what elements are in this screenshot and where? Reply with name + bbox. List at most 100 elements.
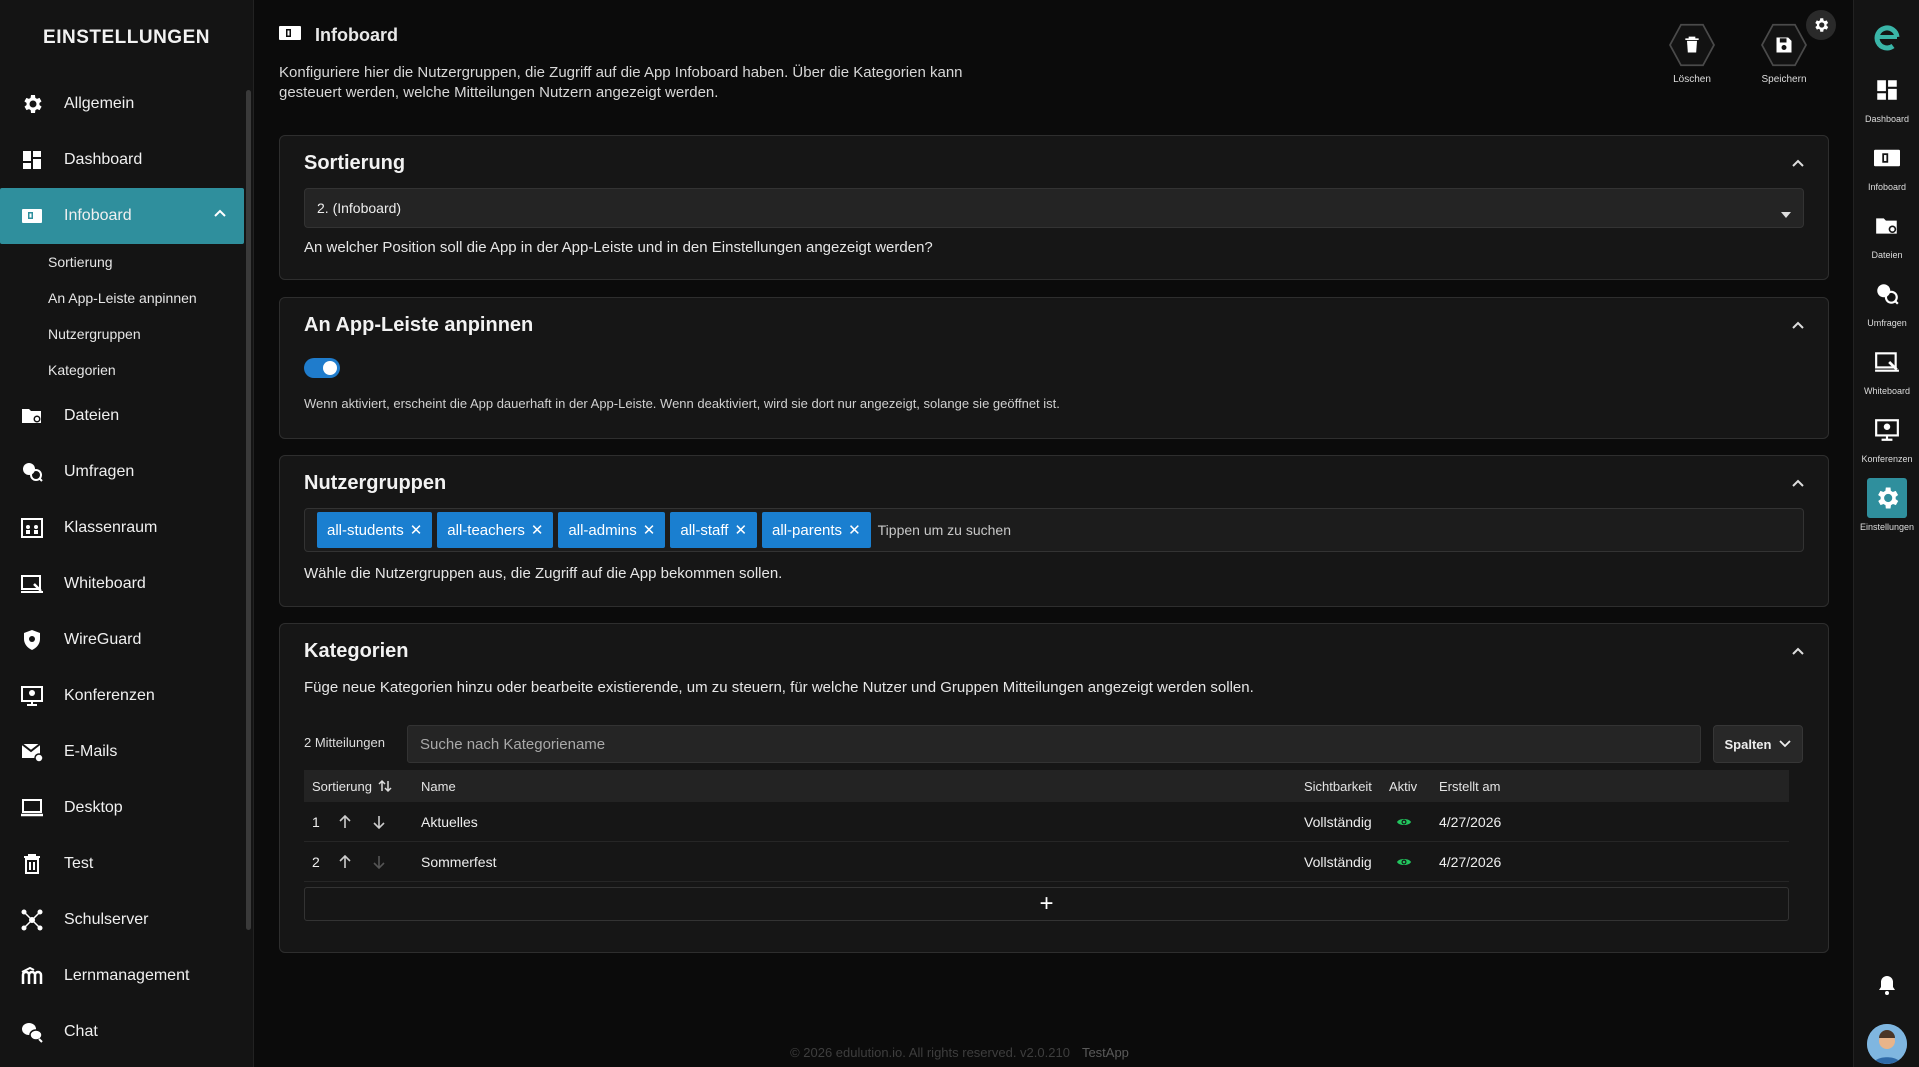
- row-name: Aktuelles: [421, 813, 478, 830]
- rail-item-umfragen[interactable]: Umfragen: [1854, 274, 1919, 328]
- groups-multiselect[interactable]: all-students ✕ all-teachers ✕ all-admins ✕ …: [304, 508, 1804, 552]
- rail-item-infoboard[interactable]: Infoboard: [1854, 138, 1919, 192]
- column-header-created[interactable]: Erstellt am: [1439, 770, 1500, 802]
- footer-app-name: TestApp: [1081, 1045, 1129, 1060]
- sort-position-select[interactable]: 2. (Infoboard): [304, 188, 1804, 228]
- rail-item-whiteboard[interactable]: Whiteboard: [1854, 342, 1919, 396]
- move-up-icon[interactable]: [338, 802, 352, 841]
- remove-tag-icon[interactable]: ✕: [643, 521, 656, 539]
- sidebar-item-label: Konferenzen: [64, 687, 155, 704]
- sidebar-item-klassenraum[interactable]: Klassenraum: [0, 500, 244, 556]
- column-header-sort[interactable]: Sortierung: [312, 770, 392, 802]
- category-search-input[interactable]: Suche nach Kategoriename: [407, 725, 1701, 763]
- row-visibility: Vollständig: [1304, 813, 1372, 830]
- sidebar-item-label: Infoboard: [64, 207, 132, 224]
- chevron-up-icon[interactable]: [1790, 156, 1806, 177]
- sidebar-item-schulserver[interactable]: Schulserver: [0, 892, 244, 948]
- move-up-icon[interactable]: [338, 842, 352, 881]
- groups-card-title: Nutzergruppen: [304, 472, 447, 494]
- sidebar-subitem-nutzergruppen[interactable]: Nutzergruppen: [0, 316, 253, 352]
- chevron-up-icon[interactable]: [1790, 476, 1806, 497]
- sidebar-item-dashboard[interactable]: Dashboard: [0, 132, 244, 188]
- move-down-icon[interactable]: [372, 842, 386, 881]
- chevron-up-icon[interactable]: [212, 206, 228, 227]
- avatar[interactable]: [1867, 1024, 1907, 1064]
- group-tag-label: all-parents: [772, 521, 843, 539]
- table-row[interactable]: 1 Aktuelles Vollständig 4/27/2026: [304, 802, 1789, 842]
- delete-button[interactable]: Löschen: [1652, 22, 1732, 85]
- table-row[interactable]: 2 Sommerfest Vollständig 4/27/2026: [304, 842, 1789, 882]
- remove-tag-icon[interactable]: ✕: [531, 521, 544, 539]
- sidebar-item-konferenzen[interactable]: Konferenzen: [0, 668, 244, 724]
- columns-button[interactable]: Spalten: [1713, 725, 1803, 763]
- sidebar-item-label: Klassenraum: [64, 519, 158, 536]
- remove-tag-icon[interactable]: ✕: [734, 521, 747, 539]
- group-search-input[interactable]: Tippen um zu suchen: [878, 522, 1011, 538]
- eye-icon: [1396, 802, 1412, 841]
- move-down-icon[interactable]: [372, 802, 386, 841]
- column-header-name[interactable]: Name: [421, 770, 456, 802]
- sidebar-item-label: E-Mails: [64, 743, 118, 760]
- row-created: 4/27/2026: [1439, 813, 1502, 830]
- rail-label: Whiteboard: [1863, 386, 1911, 396]
- rail-label: Dashboard: [1864, 114, 1910, 124]
- sidebar-item-label: WireGuard: [64, 631, 142, 648]
- sidebar-item-wireguard[interactable]: WireGuard: [0, 612, 244, 668]
- column-header-visibility[interactable]: Sichtbarkeit: [1304, 770, 1372, 802]
- sidebar-subitem-pin[interactable]: An App-Leiste anpinnen: [0, 280, 253, 316]
- remove-tag-icon[interactable]: ✕: [410, 521, 423, 539]
- row-sort: 2: [312, 853, 320, 870]
- group-tag-label: all-teachers: [447, 521, 525, 539]
- sidebar-item-infoboard[interactable]: Infoboard: [0, 188, 244, 244]
- row-visibility: Vollständig: [1304, 853, 1372, 870]
- rail-label: Infoboard: [1867, 182, 1907, 192]
- survey-icon: [18, 458, 46, 486]
- sidebar-item-allgemein[interactable]: Allgemein: [0, 76, 244, 132]
- dashboard-icon: [18, 146, 46, 174]
- desktop-icon: [18, 794, 46, 822]
- infoboard-icon: [18, 202, 46, 230]
- sidebar-item-test[interactable]: Test: [0, 836, 244, 892]
- chevron-up-icon[interactable]: [1790, 318, 1806, 339]
- rail-item-einstellungen[interactable]: Einstellungen: [1854, 478, 1919, 532]
- add-category-button[interactable]: +: [304, 887, 1789, 921]
- folder-icon: [18, 402, 46, 430]
- rail-item-dateien[interactable]: Dateien: [1854, 206, 1919, 260]
- notifications-button[interactable]: [1854, 965, 1919, 1009]
- pin-toggle[interactable]: [304, 358, 340, 378]
- sort-arrows-icon: [378, 779, 392, 793]
- sort-card-title: Sortierung: [304, 152, 406, 174]
- rail-label: Umfragen: [1867, 318, 1907, 328]
- remove-tag-icon[interactable]: ✕: [848, 521, 861, 539]
- eye-icon: [1396, 842, 1412, 881]
- sidebar-item-whiteboard[interactable]: Whiteboard: [0, 556, 244, 612]
- categories-help-text: Füge neue Kategorien hinzu oder bearbeit…: [304, 679, 1254, 696]
- rail-item-dashboard[interactable]: Dashboard: [1854, 70, 1919, 124]
- pin-card-title: An App-Leiste anpinnen: [304, 314, 534, 336]
- sidebar-scrollbar[interactable]: [246, 90, 251, 930]
- categories-card: Kategorien Füge neue Kategorien hinzu od…: [279, 623, 1829, 953]
- sidebar-item-desktop[interactable]: Desktop: [0, 780, 244, 836]
- sidebar-item-emails[interactable]: E-Mails: [0, 724, 244, 780]
- result-count: 2 Mitteilungen: [304, 735, 385, 750]
- edulution-logo[interactable]: [1854, 18, 1919, 62]
- search-placeholder: Suche nach Kategoriename: [420, 735, 606, 753]
- categories-card-title: Kategorien: [304, 640, 409, 662]
- sidebar-item-dateien[interactable]: Dateien: [0, 388, 244, 444]
- moodle-icon: [18, 962, 46, 990]
- sidebar-item-label: Lernmanagement: [64, 967, 190, 984]
- sidebar-item-umfragen[interactable]: Umfragen: [0, 444, 244, 500]
- sidebar-subitem-kategorien[interactable]: Kategorien: [0, 352, 253, 388]
- trash-icon: [18, 850, 46, 878]
- sidebar-item-label: Test: [64, 855, 94, 872]
- sidebar-item-label: Umfragen: [64, 463, 135, 480]
- sidebar-item-lernmanagement[interactable]: Lernmanagement: [0, 948, 244, 1004]
- rail-item-konferenzen[interactable]: Konferenzen: [1854, 410, 1919, 464]
- column-header-active[interactable]: Aktiv: [1389, 770, 1417, 802]
- chevron-up-icon[interactable]: [1790, 644, 1806, 665]
- group-tag-label: all-admins: [568, 521, 637, 539]
- sidebar-subitem-sortierung[interactable]: Sortierung: [0, 244, 253, 280]
- settings-sidebar: EINSTELLUNGEN Allgemein Dashboard Infobo…: [0, 0, 254, 1067]
- rail-label: Konferenzen: [1861, 454, 1913, 464]
- settings-gear-icon[interactable]: [1806, 10, 1836, 40]
